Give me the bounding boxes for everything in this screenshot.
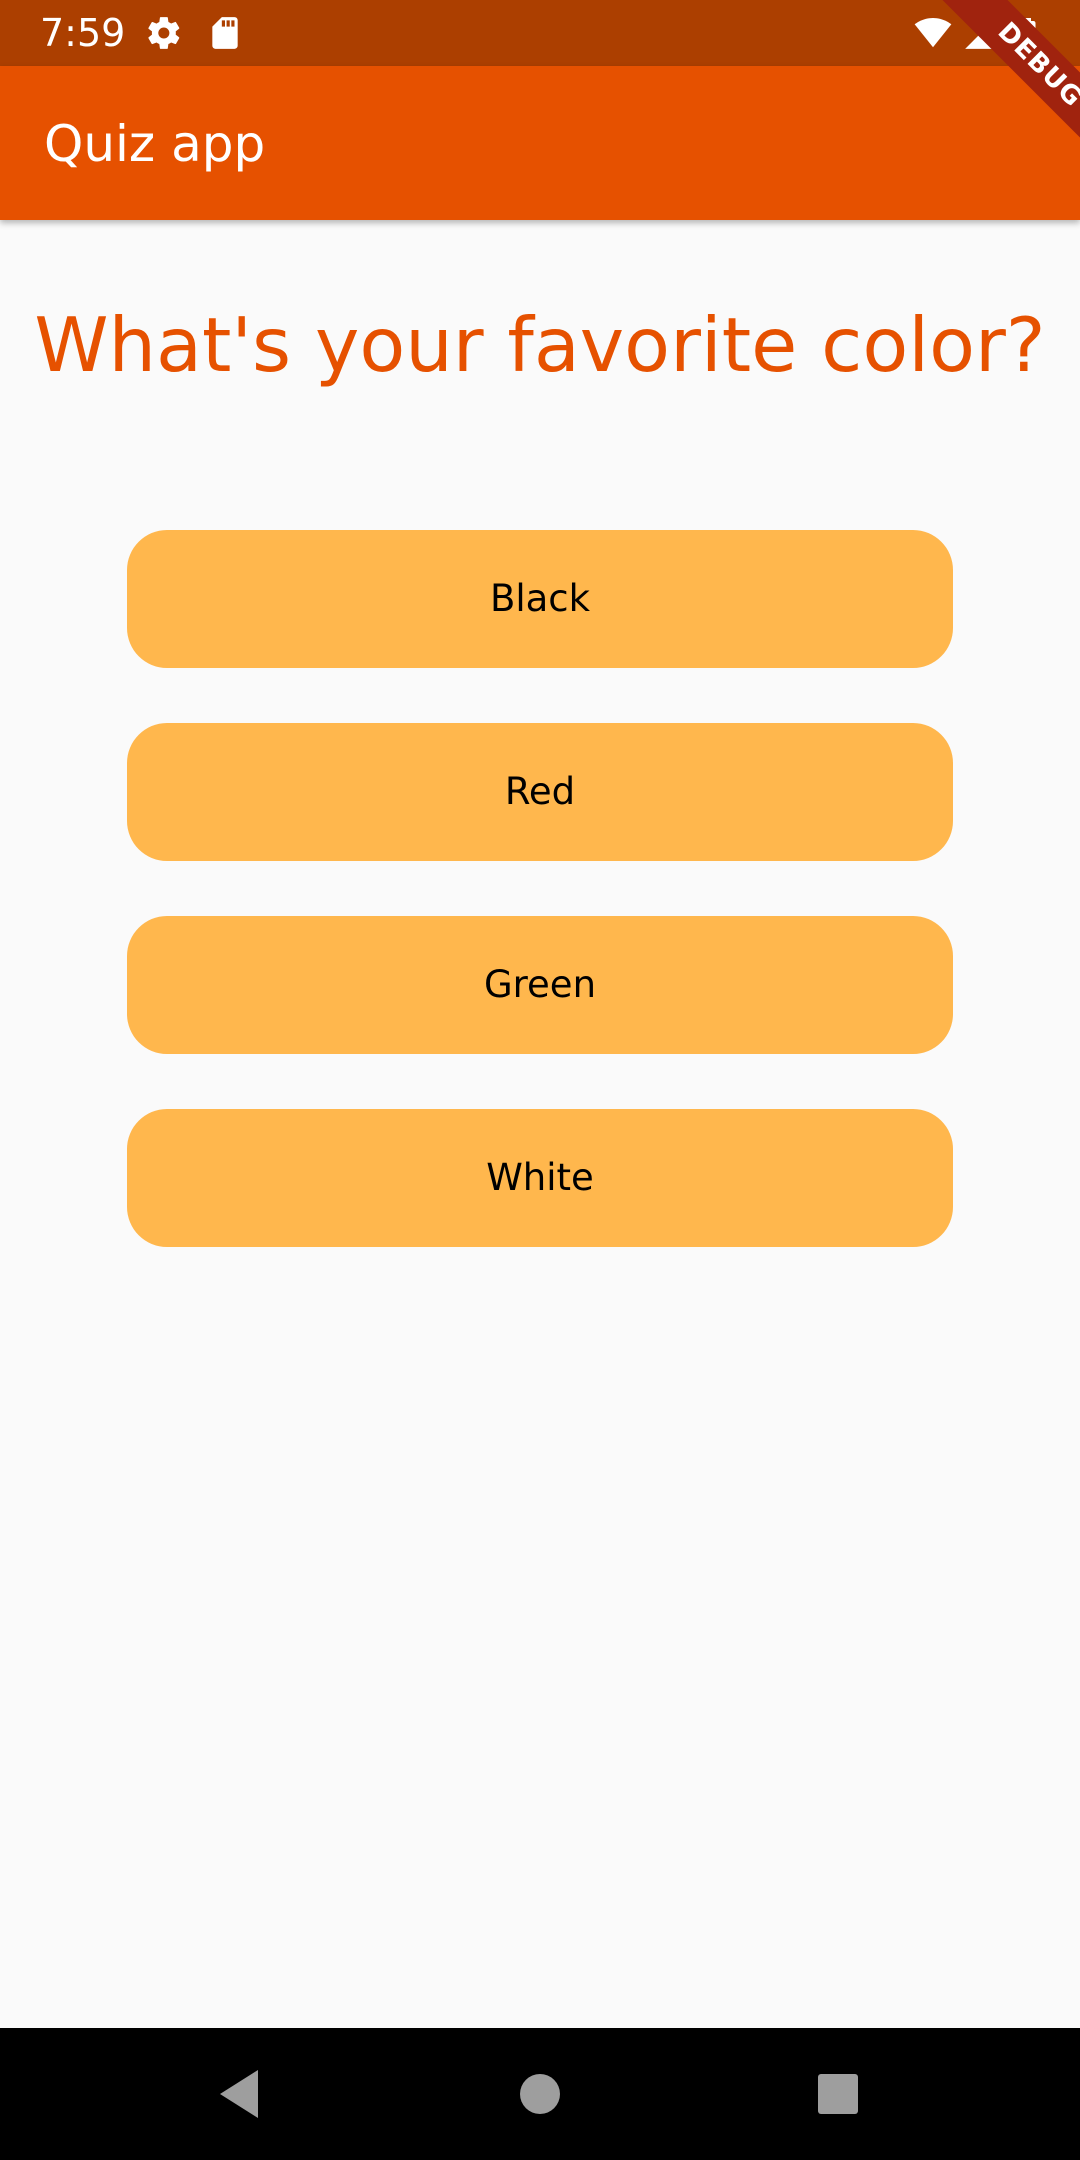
navigation-bar <box>0 2028 1080 2160</box>
gear-icon <box>145 14 183 52</box>
battery-icon <box>1010 14 1046 52</box>
answer-button-red[interactable]: Red <box>127 723 953 861</box>
recents-icon[interactable] <box>808 2064 868 2124</box>
answer-button-white[interactable]: White <box>127 1109 953 1247</box>
status-bar: 7:59 <box>0 0 1080 66</box>
wifi-icon <box>914 14 952 52</box>
signal-icon <box>962 14 1000 52</box>
app-bar: Quiz app <box>0 66 1080 220</box>
status-time: 7:59 <box>40 11 126 55</box>
answer-list: Black Red Green White <box>127 530 953 1302</box>
home-icon[interactable] <box>510 2064 570 2124</box>
back-icon[interactable] <box>210 2064 270 2124</box>
question-text: What's your favorite color? <box>34 301 1046 389</box>
sd-card-icon <box>206 14 244 52</box>
answer-button-green[interactable]: Green <box>127 916 953 1054</box>
app-title: Quiz app <box>44 115 266 173</box>
answer-button-black[interactable]: Black <box>127 530 953 668</box>
